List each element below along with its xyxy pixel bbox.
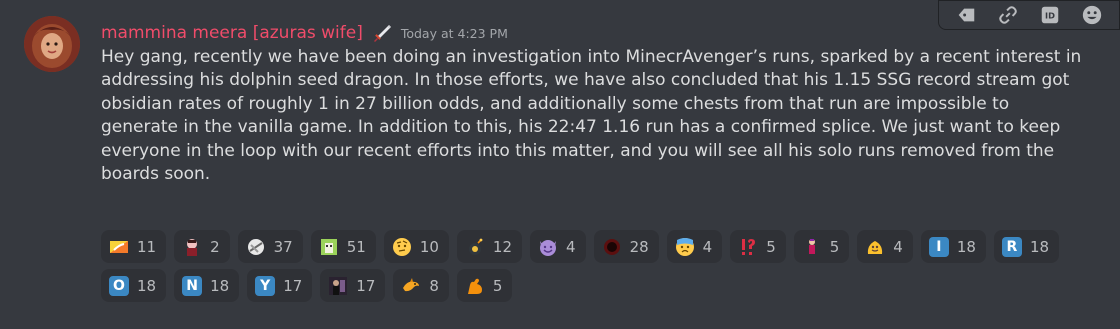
reaction-count: 28 [629, 237, 649, 256]
message-toolbar: ID [938, 0, 1120, 30]
face-with-raised-eyebrow-icon [392, 237, 412, 257]
reaction-count: 51 [346, 237, 366, 256]
photo-icon [328, 276, 348, 296]
regional-indicator-o-icon: O [109, 275, 129, 296]
reaction-count: 18 [1029, 237, 1050, 256]
reaction-count: 5 [492, 276, 503, 295]
reaction-count: 4 [702, 237, 713, 256]
reaction-count: 18 [210, 276, 230, 295]
reaction-count: 37 [273, 237, 293, 256]
regional-indicator-i-icon: I [928, 236, 949, 257]
smiling-imp-icon [538, 237, 558, 257]
reaction-custom-bomb-face[interactable]: 12 [456, 230, 523, 263]
sword-icon [371, 22, 393, 44]
reaction-custom-wrapped[interactable]: 37 [237, 230, 303, 263]
reaction-custom-photo[interactable]: 17 [320, 269, 386, 302]
dolphin-icon [401, 276, 421, 296]
reaction-flexed-biceps[interactable]: 5 [456, 269, 513, 302]
reaction-raised-eyebrow[interactable]: 10 [383, 230, 449, 263]
timestamp: Today at 4:23 PM [400, 25, 508, 41]
exclamation-question-icon [738, 237, 758, 257]
flag-bhutan-icon [109, 237, 129, 257]
figure-icon [802, 237, 822, 257]
svg-text:ID: ID [1045, 11, 1055, 21]
reaction-count: 4 [566, 237, 576, 256]
reaction-count: 4 [893, 237, 903, 256]
reaction-custom-dark-orb[interactable]: 28 [593, 230, 659, 263]
username[interactable]: mammina meera [azuras wife] [101, 23, 363, 43]
dark-orb-icon [602, 237, 622, 257]
reaction-custom-character[interactable]: 2 [174, 230, 230, 263]
reaction-regional-o[interactable]: O 18 [101, 269, 167, 302]
regional-indicator-y-icon: Y [255, 275, 276, 296]
reaction-custom-dolphin[interactable]: 8 [393, 269, 449, 302]
reaction-count: 5 [829, 237, 840, 256]
reaction-count: 8 [429, 276, 439, 295]
reaction-custom-green-block[interactable]: 51 [310, 230, 376, 263]
reaction-count: 18 [956, 237, 976, 256]
reaction-count: 11 [137, 237, 157, 256]
message-content: Hey gang, recently we have been doing an… [101, 47, 1082, 185]
reaction-count: 2 [210, 237, 220, 256]
bomb-face-icon [465, 237, 485, 257]
flexed-biceps-icon [465, 276, 485, 296]
reaction-regional-y[interactable]: Y 17 [247, 269, 313, 302]
message-header: mammina meera [azuras wife] Today at 4:2… [101, 20, 508, 46]
reaction-custom-yellow-blob[interactable]: 4 [857, 230, 913, 263]
green-block-icon [319, 237, 339, 257]
reaction-count: 17 [283, 276, 303, 295]
anxious-face-icon [675, 237, 695, 257]
reaction-smiling-imp[interactable]: 4 [530, 230, 586, 263]
reaction-regional-i[interactable]: I 18 [920, 230, 986, 263]
tag-icon[interactable] [952, 3, 980, 27]
wrapped-icon [246, 237, 266, 257]
reaction-count: 10 [419, 237, 439, 256]
regional-indicator-r-icon: R [1001, 236, 1022, 257]
chat-message: mammina meera [azuras wife] Today at 4:2… [0, 0, 1120, 329]
emoji-icon[interactable] [1078, 3, 1106, 27]
reaction-count: 5 [766, 237, 776, 256]
reaction-count: 18 [137, 276, 157, 295]
id-icon[interactable]: ID [1036, 3, 1064, 27]
reaction-count: 17 [356, 276, 376, 295]
reaction-exclamation-question[interactable]: 5 [730, 230, 786, 263]
reaction-flag-bhutan[interactable]: 11 [101, 230, 167, 263]
reaction-regional-n[interactable]: N 18 [174, 269, 240, 302]
yellow-blob-icon [865, 237, 885, 257]
reaction-custom-figure[interactable]: 5 [793, 230, 850, 263]
regional-indicator-n-icon: N [182, 275, 203, 296]
reaction-anxious-face[interactable]: 4 [666, 230, 723, 263]
reaction-regional-r[interactable]: R 18 [993, 230, 1060, 263]
avatar[interactable] [24, 16, 80, 72]
character-icon [182, 237, 202, 257]
link-icon[interactable] [994, 3, 1022, 27]
reaction-count: 12 [492, 237, 513, 256]
reactions-bar: 11 2 37 51 10 12 4 28 4 5 5 4 I 18 R 18 … [101, 230, 1101, 302]
